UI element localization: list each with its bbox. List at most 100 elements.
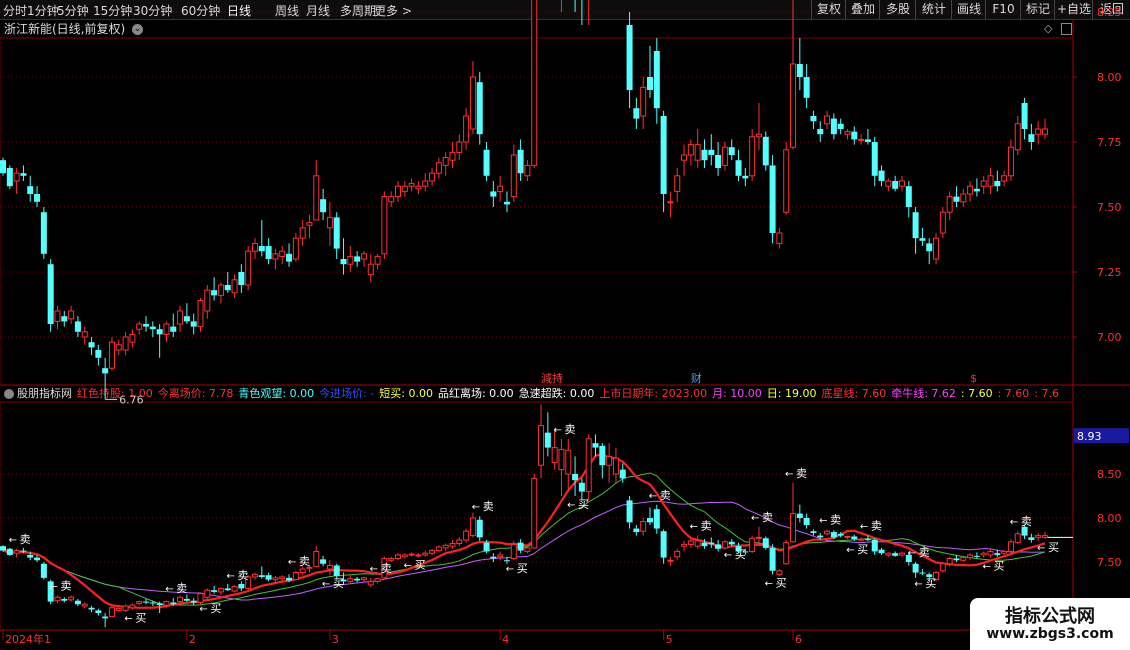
main-y-tick: 8.25 (1097, 6, 1122, 19)
main-candle (735, 160, 742, 176)
sub-candle (653, 509, 660, 529)
sub-candle (946, 557, 953, 565)
main-candle (490, 191, 497, 197)
sub-candle (755, 536, 762, 539)
sub-candle (422, 552, 429, 556)
sub-candle (919, 572, 926, 574)
sub-candle (27, 554, 34, 558)
sub-candle (360, 577, 367, 581)
sub-candle (503, 560, 510, 562)
sub-candle (551, 447, 558, 464)
sub-candle (211, 590, 218, 592)
sub-candle (136, 601, 143, 604)
sub-candle (265, 575, 272, 580)
main-candle (933, 237, 940, 260)
main-candle (926, 243, 933, 252)
main-candle (510, 154, 517, 198)
main-candle (728, 147, 735, 155)
main-candle (456, 141, 463, 153)
magenta-line (2, 500, 1045, 601)
main-candle (640, 86, 647, 117)
main-candle (204, 289, 211, 312)
sell-arrow: ← (690, 522, 698, 533)
sub-candle (1001, 550, 1008, 554)
main-candle (674, 175, 681, 192)
sub-candle (231, 586, 238, 592)
main-candle (415, 185, 422, 190)
sell-signal: 卖 (871, 520, 882, 533)
main-y-tick: 7.75 (1097, 136, 1122, 149)
sub-candle (177, 596, 184, 603)
sub-candle (953, 558, 960, 561)
main-candle (646, 77, 653, 90)
sub-candle (687, 540, 694, 545)
main-candle (769, 165, 776, 233)
sub-candle (524, 547, 531, 552)
main-candle (347, 255, 354, 265)
sub-candle (279, 576, 286, 580)
sell-signal: 卖 (176, 582, 187, 595)
sell-arrow: ← (227, 571, 235, 582)
main-candle (1042, 128, 1048, 135)
main-candle (422, 180, 429, 187)
sub-candle (681, 543, 688, 547)
sub-candle (395, 554, 402, 559)
sub-candle (721, 541, 728, 549)
main-candle (401, 185, 408, 192)
main-candle (190, 321, 197, 327)
sub-candle (463, 530, 470, 541)
sell-arrow: ← (785, 469, 793, 480)
sub-candle (320, 559, 327, 564)
main-candle (912, 212, 919, 239)
sub-candle (1028, 537, 1035, 540)
sell-signal: 卖 (919, 546, 930, 559)
sub-candle (837, 533, 844, 536)
sub-candle (81, 603, 88, 607)
sell-arrow: ← (751, 513, 759, 524)
main-candle (183, 316, 190, 322)
main-candle (469, 76, 476, 130)
main-candle (143, 324, 150, 327)
main-candle (1021, 103, 1028, 129)
main-candle (960, 193, 967, 203)
sell-signal: 卖 (60, 579, 71, 592)
sub-candle (626, 500, 633, 523)
sub-candle (633, 528, 640, 533)
main-candle (810, 116, 817, 122)
sub-candle (558, 448, 565, 471)
main-candle (898, 180, 905, 187)
buy-signal: 买 (210, 602, 221, 615)
sub-y-tick: 8.00 (1097, 512, 1122, 525)
sub-candle (660, 531, 667, 558)
main-candle (435, 162, 442, 174)
sub-candle (619, 469, 626, 479)
sub-candle (61, 598, 68, 601)
sub-candle (898, 552, 905, 556)
current-value-label: 8.93 (1077, 430, 1102, 443)
event-marker-0: 減持 (541, 371, 563, 385)
buy-arrow: ← (724, 550, 732, 561)
main-candle (320, 199, 327, 213)
event-marker-1: 财 (691, 371, 702, 385)
sub-candle (401, 554, 408, 558)
main-candle (27, 186, 34, 194)
main-candle (531, 0, 538, 166)
main-candle (796, 64, 803, 77)
main-candle (211, 290, 218, 296)
sub-candle (190, 600, 197, 603)
main-candle (354, 256, 361, 262)
sub-candle (408, 553, 415, 556)
sub-candle (864, 539, 871, 541)
candlestick-chart: 9.008.758.508.258.007.757.507.257.008.50… (0, 0, 1130, 646)
main-candle (878, 170, 885, 181)
sub-candle (497, 554, 504, 558)
buy-signal: 买 (776, 576, 787, 589)
main-candle (892, 181, 899, 189)
main-y-tick: 8.00 (1097, 71, 1122, 84)
sub-candle (156, 603, 163, 606)
sell-signal: 卖 (564, 423, 575, 436)
main-candle (803, 77, 810, 98)
buy-signal: 买 (925, 577, 936, 590)
main-candle (1028, 134, 1035, 142)
main-candle (905, 186, 912, 207)
